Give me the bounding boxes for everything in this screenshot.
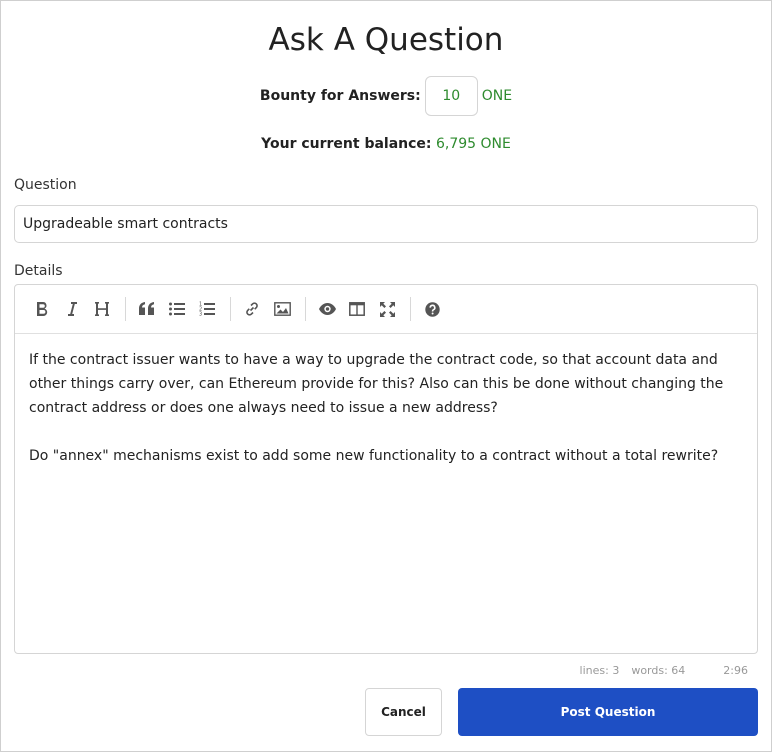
image-icon[interactable] [269, 294, 295, 324]
toolbar-separator [305, 297, 306, 321]
bounty-input[interactable] [424, 76, 478, 116]
line-count: lines: 3 [579, 664, 620, 677]
cursor-position: 2:96 [723, 664, 748, 677]
word-count: words: 64 [631, 664, 686, 677]
details-paragraph: Do "annex" mechanisms exist to add some … [29, 448, 719, 464]
editor-statusbar: lines: 3 words: 64 2:96 [568, 664, 748, 677]
toolbar-separator [230, 297, 231, 321]
details-paragraph: If the contract issuer wants to have a w… [29, 352, 724, 416]
heading-icon[interactable] [89, 294, 115, 324]
unordered-list-icon[interactable] [164, 294, 190, 324]
post-question-button[interactable]: Post Question [458, 688, 758, 736]
question-input[interactable] [14, 205, 758, 243]
editor-toolbar: 123 [15, 285, 757, 334]
preview-icon[interactable] [314, 294, 340, 324]
page-title: Ask A Question [268, 22, 504, 58]
quote-icon[interactable] [134, 294, 160, 324]
balance-row: Your current balance: 6,795 ONE [0, 136, 772, 152]
bounty-row: Bounty for Answers: ONE [0, 76, 772, 116]
toolbar-separator [125, 297, 126, 321]
cancel-button[interactable]: Cancel [365, 688, 442, 736]
bounty-unit: ONE [481, 88, 513, 104]
balance-value: 6,795 ONE [435, 136, 511, 152]
ordered-list-icon[interactable]: 123 [194, 294, 220, 324]
details-editor[interactable]: 123 If the contract issuer wants to have… [14, 284, 758, 654]
italic-icon[interactable] [59, 294, 85, 324]
question-label: Question [14, 177, 77, 193]
link-icon[interactable] [239, 294, 265, 324]
bold-icon[interactable] [29, 294, 55, 324]
toolbar-separator [410, 297, 411, 321]
help-icon[interactable] [419, 294, 445, 324]
editor-content[interactable]: If the contract issuer wants to have a w… [15, 334, 757, 506]
side-by-side-icon[interactable] [344, 294, 370, 324]
balance-label: Your current balance: [261, 136, 432, 152]
details-label: Details [14, 263, 63, 279]
svg-text:3: 3 [199, 312, 202, 318]
bounty-label: Bounty for Answers: [259, 88, 421, 104]
fullscreen-icon[interactable] [374, 294, 400, 324]
